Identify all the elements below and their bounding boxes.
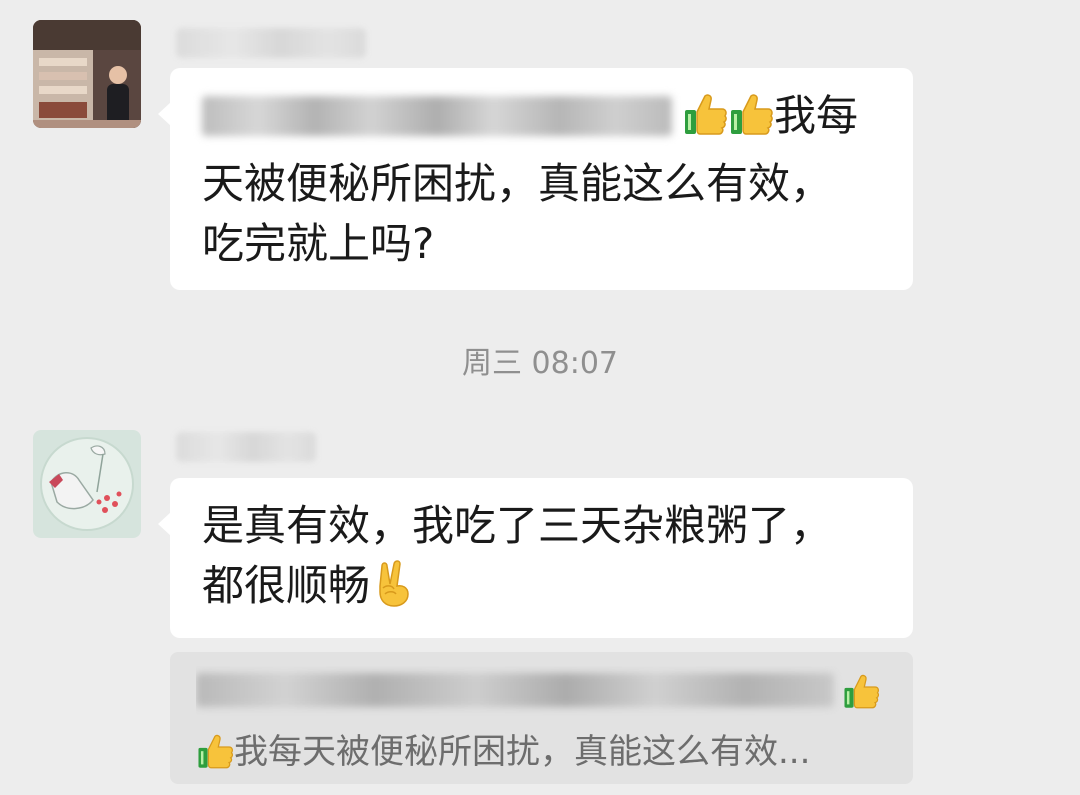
message-timestamp: 周三 08:07: [462, 346, 618, 381]
avatar[interactable]: [33, 430, 141, 538]
thumbs-up-icon: [842, 673, 880, 726]
victory-hand-icon: [370, 558, 416, 624]
sender-name-blurred: [176, 28, 366, 58]
mention-blurred: [202, 96, 672, 136]
chat-window: 我每 天被便秘所困扰，真能这么有效， 吃完就上吗? 周三 08:07 是真有效，…: [0, 0, 1080, 795]
message-text: 是真有效，我吃了三天杂粮粥了，: [202, 501, 833, 550]
quote-body: 我每天被便秘所困扰，真能这么有效...: [196, 726, 887, 786]
message-text-line: 我每: [202, 86, 881, 154]
message-text-line: 都很顺畅: [202, 556, 881, 624]
thumbs-up-icon: [682, 92, 728, 154]
avatar[interactable]: [33, 20, 141, 128]
message-text: 都很顺畅: [202, 561, 371, 610]
message-bubble[interactable]: 我每 天被便秘所困扰，真能这么有效， 吃完就上吗?: [158, 68, 913, 290]
quote-sender-blurred: [196, 673, 834, 707]
message-text: 天被便秘所困扰，真能这么有效，: [202, 159, 833, 208]
message-bubble[interactable]: 是真有效，我吃了三天杂粮粥了， 都很顺畅: [158, 478, 913, 638]
message-text: 吃完就上吗?: [202, 219, 435, 268]
thumbs-up-icon: [196, 733, 234, 786]
quote-header: [196, 666, 887, 726]
sender-name-blurred: [176, 432, 316, 462]
thumbs-up-icon: [728, 92, 774, 154]
message-text: 我每: [774, 91, 859, 140]
quoted-message[interactable]: 我每天被便秘所困扰，真能这么有效...: [170, 652, 913, 784]
quote-text: 我每天被便秘所困扰，真能这么有效...: [234, 732, 811, 772]
